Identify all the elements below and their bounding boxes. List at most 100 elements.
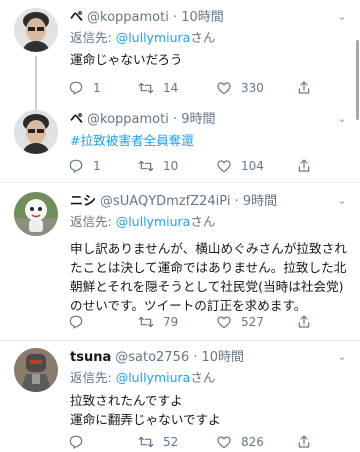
share-icon xyxy=(296,80,312,96)
reply-icon xyxy=(68,80,84,96)
author-handle[interactable]: @koppamoti xyxy=(87,8,169,28)
tweet[interactable]: tsuna @sato2756 · 10時間 ⌄ 返信先: @lullymiur… xyxy=(0,348,360,452)
author-name[interactable]: ニシ xyxy=(70,192,96,212)
reply-suffix: さん xyxy=(190,370,216,385)
retweet-button[interactable]: 52 xyxy=(138,432,178,452)
share-button[interactable] xyxy=(296,432,312,452)
reply-suffix: さん xyxy=(190,214,216,229)
retweet-button[interactable]: 10 xyxy=(138,156,178,176)
tweet-text: 運命じゃないだろう xyxy=(70,50,348,69)
share-button[interactable] xyxy=(296,312,312,332)
reply-button[interactable] xyxy=(68,312,93,332)
timestamp[interactable]: 9時間 xyxy=(181,110,215,130)
tweet-text-line: たことは決して運命ではありません。拉致した北 xyxy=(70,260,347,275)
avatar[interactable] xyxy=(14,192,58,236)
tweet-actions: 52 826 xyxy=(68,432,348,452)
reply-context: 返信先: @lullymiuraさん xyxy=(70,369,215,387)
retweet-button[interactable]: 79 xyxy=(138,312,178,332)
reply-prefix: 返信先: xyxy=(70,30,112,45)
reply-context: 返信先: @lullymiuraさん xyxy=(70,29,215,47)
chevron-down-icon[interactable]: ⌄ xyxy=(336,348,348,366)
retweet-button[interactable]: 14 xyxy=(138,78,178,98)
reply-suffix: さん xyxy=(190,30,216,45)
thread-line xyxy=(35,56,37,114)
avatar[interactable] xyxy=(14,8,58,52)
author-handle[interactable]: @sUAQYDmzfZ24iPi xyxy=(100,192,230,212)
reply-count: 1 xyxy=(93,81,101,95)
reply-prefix: 返信先: xyxy=(70,370,112,385)
tweet-text-line: 朝鮮とそれを隠そうとして社民党(当時は社会党) xyxy=(70,279,344,294)
reply-icon xyxy=(68,314,84,330)
divider xyxy=(0,182,360,183)
reply-handle[interactable]: @lullymiura xyxy=(116,30,191,45)
tweet[interactable]: ニシ @sUAQYDmzfZ24iPi · 9時間 ⌄ 返信先: @lullym… xyxy=(0,192,360,336)
reply-icon xyxy=(68,158,84,174)
reply-button[interactable] xyxy=(68,432,93,452)
author-handle[interactable]: @koppamoti xyxy=(87,110,169,130)
tweet-text-line: 運命じゃないだろう xyxy=(70,52,183,67)
tweet-text-line: 申し訳ありませんが、横山めぐみさんが拉致され xyxy=(70,241,347,256)
hashtag-link[interactable]: #拉致被害者全員奪還 xyxy=(70,131,348,150)
dot-separator: · xyxy=(230,194,243,209)
tweet-text: 申し訳ありませんが、横山めぐみさんが拉致され たことは決して運命ではありません。… xyxy=(70,239,348,315)
share-icon xyxy=(296,434,312,450)
scrollbar[interactable] xyxy=(356,40,359,120)
share-button[interactable] xyxy=(296,156,312,176)
avatar[interactable] xyxy=(14,110,58,154)
author-name[interactable]: ペ xyxy=(70,8,83,28)
share-button[interactable] xyxy=(296,78,312,98)
retweet-icon xyxy=(138,158,154,174)
reply-icon xyxy=(68,434,84,450)
tweet-text-line: 運命に翻弄じゃないですよ xyxy=(70,412,221,427)
like-count: 330 xyxy=(241,81,264,95)
tweet-text: #拉致被害者全員奪還 xyxy=(70,131,348,150)
tweet-text: 拉致されたんですよ 運命に翻弄じゃないですよ xyxy=(70,391,348,429)
retweet-count: 10 xyxy=(163,159,179,173)
dot-separator: · xyxy=(189,350,202,365)
dot-separator: · xyxy=(168,112,182,127)
reply-handle[interactable]: @lullymiura xyxy=(116,370,191,385)
timestamp[interactable]: 9時間 xyxy=(243,192,277,212)
tweet[interactable]: ペ @koppamoti · 9時間 ⌄ #拉致被害者全員奪還 1 10 104 xyxy=(0,110,360,176)
divider xyxy=(0,340,360,341)
dot-separator: · xyxy=(168,10,182,25)
author-name[interactable]: tsuna xyxy=(70,348,111,368)
like-button[interactable]: 826 xyxy=(216,432,264,452)
tweet-actions: 79 527 xyxy=(68,312,348,332)
chevron-down-icon[interactable]: ⌄ xyxy=(336,192,348,210)
retweet-count: 52 xyxy=(163,435,179,449)
like-button[interactable]: 330 xyxy=(216,78,264,98)
reply-prefix: 返信先: xyxy=(70,214,112,229)
reply-count: 1 xyxy=(93,159,101,173)
retweet-count: 14 xyxy=(163,81,179,95)
retweet-count: 79 xyxy=(163,315,179,329)
reply-context: 返信先: @lullymiuraさん xyxy=(70,213,215,231)
share-icon xyxy=(296,158,312,174)
like-button[interactable]: 527 xyxy=(216,312,264,332)
chevron-down-icon[interactable]: ⌄ xyxy=(336,8,348,26)
like-icon xyxy=(216,314,232,330)
like-icon xyxy=(216,434,232,450)
tweet-actions: 1 10 104 xyxy=(68,156,348,176)
tweet[interactable]: ペ @koppamoti · 10時間 ⌄ 返信先: @lullymiuraさん… xyxy=(0,8,360,114)
like-count: 104 xyxy=(241,159,264,173)
tweet-text-line: 拉致されたんですよ xyxy=(70,393,183,408)
timestamp[interactable]: 10時間 xyxy=(181,8,224,28)
timestamp[interactable]: 10時間 xyxy=(202,348,245,368)
avatar[interactable] xyxy=(14,348,58,392)
chevron-down-icon[interactable]: ⌄ xyxy=(336,110,348,128)
author-name[interactable]: ペ xyxy=(70,110,83,130)
retweet-icon xyxy=(138,80,154,96)
reply-button[interactable]: 1 xyxy=(68,156,101,176)
like-count: 826 xyxy=(241,435,264,449)
reply-button[interactable]: 1 xyxy=(68,78,101,98)
retweet-icon xyxy=(138,314,154,330)
share-icon xyxy=(296,314,312,330)
like-icon xyxy=(216,80,232,96)
author-handle[interactable]: @sato2756 xyxy=(115,348,189,368)
reply-handle[interactable]: @lullymiura xyxy=(116,214,191,229)
like-icon xyxy=(216,158,232,174)
retweet-icon xyxy=(138,434,154,450)
like-count: 527 xyxy=(241,315,264,329)
like-button[interactable]: 104 xyxy=(216,156,264,176)
